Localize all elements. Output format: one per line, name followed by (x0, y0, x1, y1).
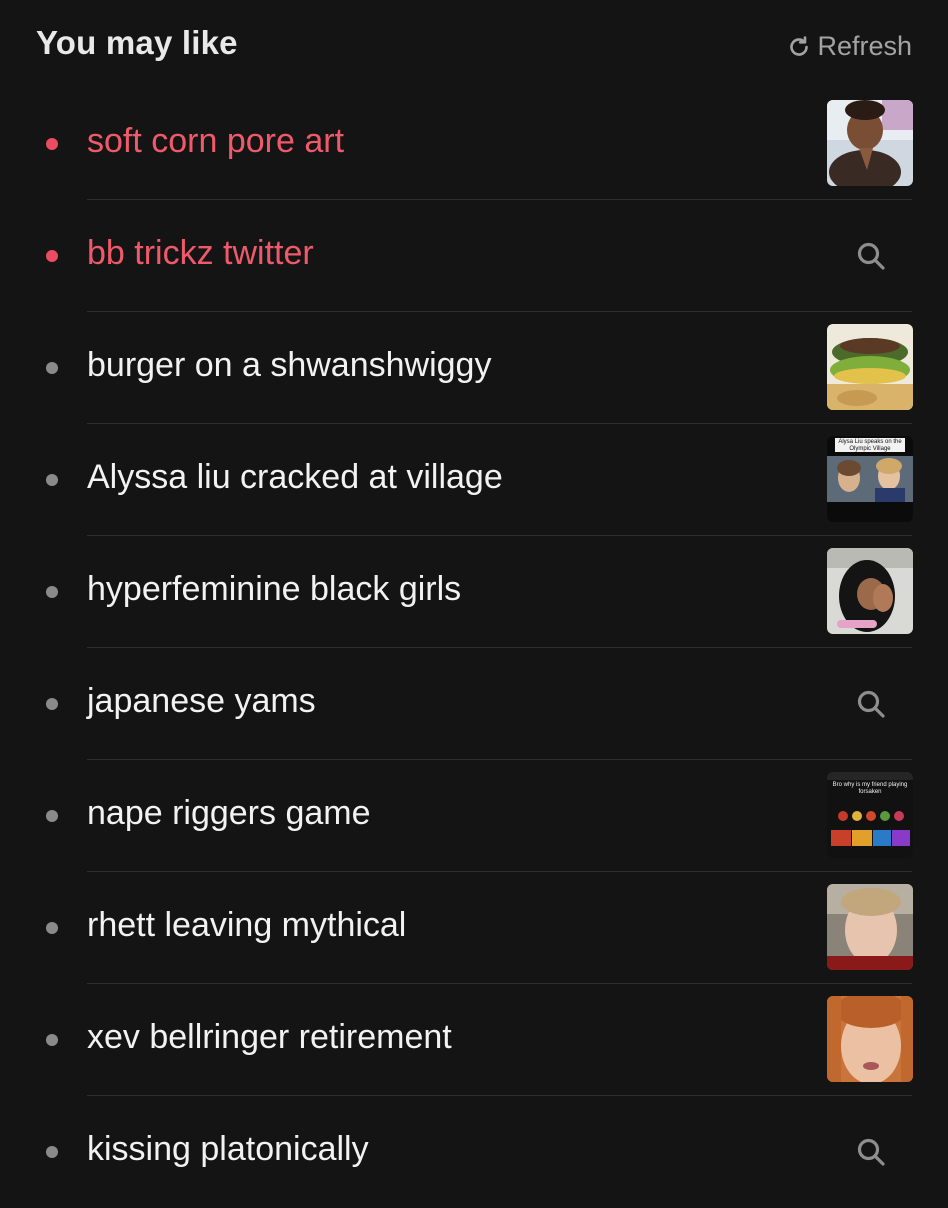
trending-dot (46, 138, 58, 150)
list-dot (46, 698, 58, 710)
suggestion-label: bb trickz twitter (87, 234, 314, 272)
suggestion-item[interactable]: burger on a shwanshwiggy (0, 312, 948, 424)
search-icon[interactable] (855, 240, 887, 272)
list-dot (46, 1146, 58, 1158)
suggestion-item[interactable]: rhett leaving mythical (0, 872, 948, 984)
suggestion-label: Alyssa liu cracked at village (87, 458, 503, 496)
suggestion-item[interactable]: xev bellringer retirement (0, 984, 948, 1096)
suggestion-thumbnail (827, 996, 913, 1082)
suggestion-label: soft corn pore art (87, 122, 345, 160)
trending-dot (46, 250, 58, 262)
refresh-label: Refresh (817, 31, 912, 61)
list-dot (46, 586, 58, 598)
list-dot (46, 1034, 58, 1046)
list-dot (46, 474, 58, 486)
thumbnail-caption: Bro why is my friend playing forsaken (832, 782, 908, 795)
list-dot (46, 362, 58, 374)
suggestion-list: soft corn pore art bb trickz twitter bur… (0, 88, 948, 1208)
suggestion-label: nape riggers game (87, 794, 371, 832)
suggestion-label: japanese yams (87, 682, 316, 720)
suggestion-item[interactable]: bb trickz twitter (0, 200, 948, 312)
suggestion-item[interactable]: kissing platonically (0, 1096, 948, 1208)
suggestion-thumbnail (827, 884, 913, 970)
thumbnail-caption: Alysa Liu speaks on the Olympic Village (838, 439, 902, 452)
suggestion-item[interactable]: nape riggers game Bro why is my friend p… (0, 760, 948, 872)
list-dot (46, 810, 58, 822)
suggestion-thumbnail: Alysa Liu speaks on the Olympic Village (827, 436, 913, 522)
suggestion-label: hyperfeminine black girls (87, 570, 462, 608)
search-icon[interactable] (855, 688, 887, 720)
list-dot (46, 922, 58, 934)
suggestion-thumbnail (827, 100, 913, 186)
suggestion-item[interactable]: Alyssa liu cracked at village Alysa Liu … (0, 424, 948, 536)
suggestion-item[interactable]: soft corn pore art (0, 88, 948, 200)
suggestion-item[interactable]: japanese yams (0, 648, 948, 760)
refresh-icon (787, 35, 811, 59)
suggestion-thumbnail (827, 324, 913, 410)
header: You may like Refresh (0, 0, 948, 90)
suggestion-label: rhett leaving mythical (87, 906, 407, 944)
refresh-button[interactable]: Refresh (787, 31, 912, 62)
suggestion-thumbnail: Bro why is my friend playing forsaken (827, 772, 913, 858)
section-title: You may like (36, 24, 238, 61)
suggestion-thumbnail (827, 548, 913, 634)
suggestion-label: xev bellringer retirement (87, 1018, 452, 1056)
search-icon[interactable] (855, 1136, 887, 1168)
suggestion-item[interactable]: hyperfeminine black girls (0, 536, 948, 648)
suggestion-label: burger on a shwanshwiggy (87, 346, 492, 384)
suggestion-label: kissing platonically (87, 1130, 369, 1168)
